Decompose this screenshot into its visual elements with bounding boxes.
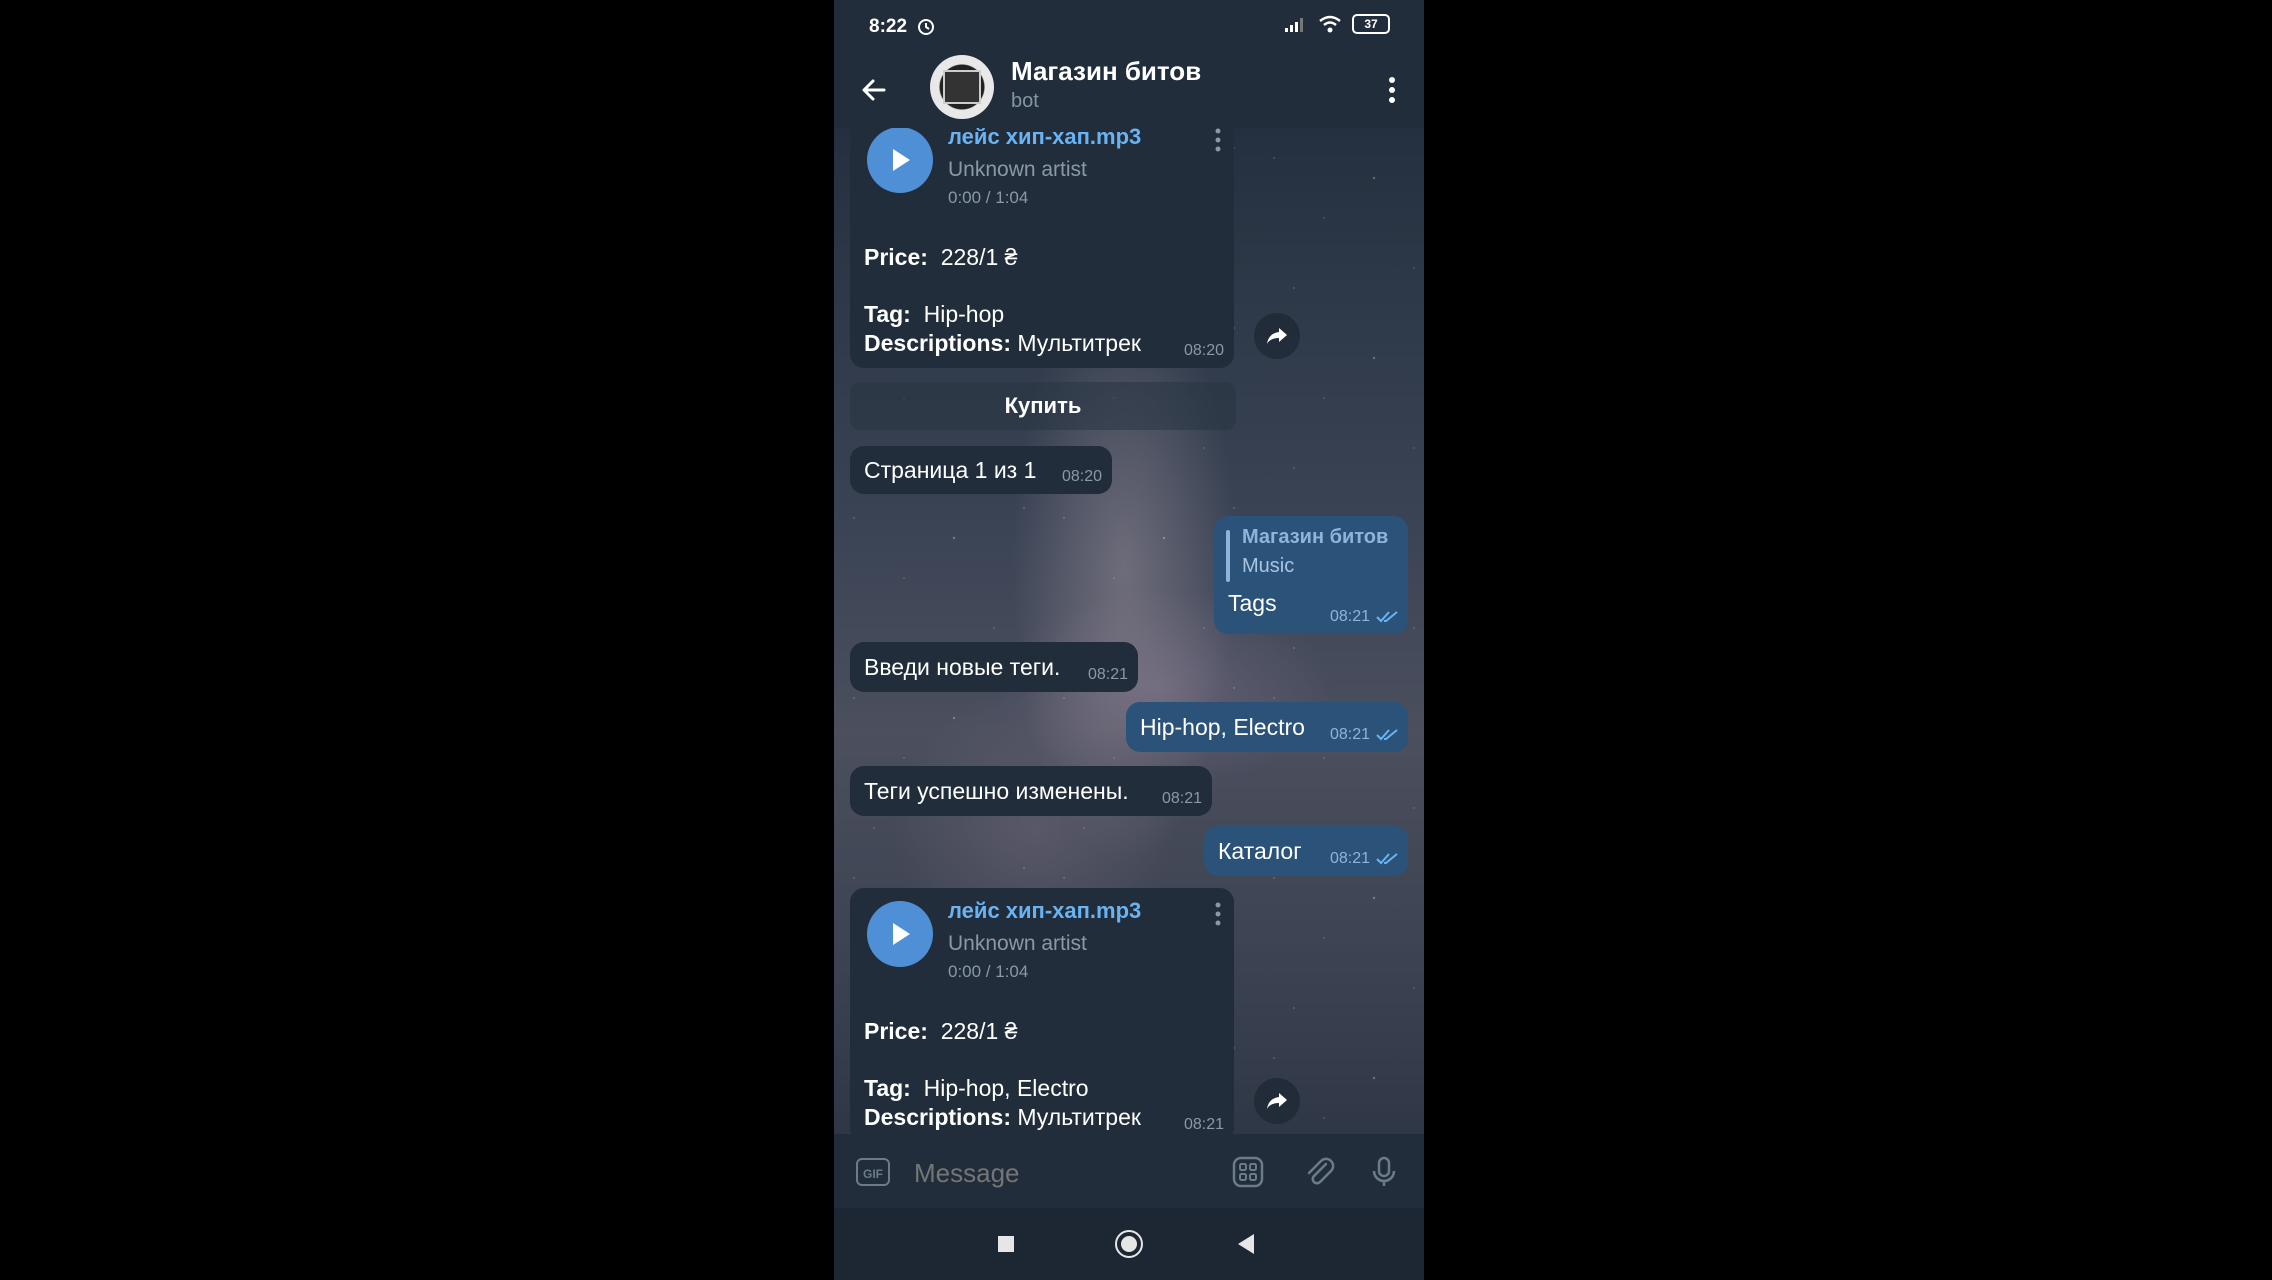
share-button[interactable] <box>1254 1078 1300 1124</box>
share-icon <box>1267 328 1287 344</box>
message-input-bar: GIF <box>834 1134 1424 1208</box>
message-time: 08:21 <box>1161 790 1202 807</box>
more-vert-icon[interactable] <box>1384 72 1400 108</box>
tag-value: Hip-hop <box>923 301 1005 327</box>
incoming-message: Теги успешно изменены. 08:21 <box>850 766 1212 816</box>
message-time: 08:21 <box>1330 850 1398 868</box>
page-info-message: Страница 1 из 1 08:20 <box>850 446 1112 494</box>
message-text: Tags <box>1228 590 1277 616</box>
share-icon <box>1267 1093 1287 1109</box>
phone-screen: 8:22 37 Магазин битов bot лейс хип-хап.m… <box>834 0 1424 1280</box>
desc-line: Descriptions: Мультитрек <box>864 330 1141 357</box>
buy-button[interactable]: Купить <box>850 382 1236 430</box>
nav-back-icon[interactable] <box>1238 1234 1254 1254</box>
desc-label: Descriptions: <box>864 1104 1011 1130</box>
tag-label: Tag: <box>864 1075 911 1101</box>
attach-icon[interactable] <box>1302 1154 1338 1190</box>
tags-reply-message: Магазин битов Music Tags 08:21 <box>1214 516 1408 634</box>
price-line: Price: 228/1 ₴ <box>864 1018 1017 1045</box>
audio-menu-icon[interactable] <box>1214 900 1222 930</box>
read-checks-icon <box>1376 853 1398 865</box>
desc-line: Descriptions: Мультитрек <box>864 1104 1141 1131</box>
gif-icon[interactable]: GIF <box>856 1158 890 1186</box>
status-time: 8:22 <box>869 16 908 37</box>
message-time: 08:21 <box>1330 726 1398 744</box>
chat-subtitle: bot <box>1011 90 1039 112</box>
message-text: Hip-hop, Electro <box>1140 714 1305 740</box>
chat-header: Магазин битов bot <box>834 52 1424 128</box>
chat-title[interactable]: Магазин битов <box>1011 56 1201 87</box>
back-arrow-icon[interactable] <box>856 72 892 108</box>
read-checks-icon <box>1376 729 1398 741</box>
audio-duration: 0:00 / 1:04 <box>948 962 1029 981</box>
audio-message[interactable]: лейс хип-хап.mp3 Unknown artist 0:00 / 1… <box>850 128 1234 368</box>
message-time: 08:20 <box>1061 468 1102 485</box>
price-value: 228/1 ₴ <box>940 1018 1018 1044</box>
reply-author[interactable]: Магазин битов <box>1242 526 1388 549</box>
page-info-text: Страница 1 из 1 <box>864 457 1037 483</box>
message-time: 08:21 <box>1330 608 1398 626</box>
alarm-icon <box>918 19 934 35</box>
audio-artist: Unknown artist <box>948 158 1087 181</box>
read-checks-icon <box>1376 611 1398 623</box>
incoming-message: Введи новые теги. 08:21 <box>850 642 1138 692</box>
signal-icon <box>1285 18 1303 32</box>
nav-home-icon[interactable] <box>1115 1230 1143 1258</box>
outgoing-message: Каталог 08:21 <box>1204 826 1408 876</box>
message-time: 08:21 <box>1183 1116 1224 1133</box>
audio-filename: лейс хип-хап.mp3 <box>948 898 1142 923</box>
audio-menu-icon[interactable] <box>1214 128 1222 156</box>
message-text: Теги успешно изменены. <box>864 778 1129 804</box>
message-time: 08:21 <box>1087 666 1128 683</box>
reply-text: Music <box>1242 555 1295 577</box>
desc-value: Мультитрек <box>1017 330 1141 356</box>
price-line: Price: 228/1 ₴ <box>864 244 1017 271</box>
battery-icon: 37 <box>1352 14 1390 34</box>
audio-duration: 0:00 / 1:04 <box>948 188 1029 207</box>
audio-filename: лейс хип-хап.mp3 <box>948 128 1142 149</box>
tag-line: Tag: Hip-hop <box>864 301 1004 328</box>
avatar[interactable] <box>930 55 994 119</box>
desc-value: Мультитрек <box>1017 1104 1141 1130</box>
tag-label: Tag: <box>864 301 911 327</box>
audio-message[interactable]: лейс хип-хап.mp3 Unknown artist 0:00 / 1… <box>850 888 1234 1134</box>
message-text: Каталог <box>1218 838 1302 864</box>
wifi-icon <box>1319 15 1341 33</box>
play-icon <box>893 923 910 945</box>
audio-artist: Unknown artist <box>948 932 1087 955</box>
tag-line: Tag: Hip-hop, Electro <box>864 1075 1089 1102</box>
play-button[interactable] <box>867 128 933 193</box>
tag-value: Hip-hop, Electro <box>923 1075 1089 1101</box>
price-label: Price: <box>864 244 928 270</box>
reply-bar <box>1226 530 1230 582</box>
sticker-icon[interactable] <box>1230 1154 1266 1190</box>
message-input[interactable] <box>912 1152 1236 1194</box>
mic-icon[interactable] <box>1366 1154 1402 1190</box>
nav-recents-icon[interactable] <box>998 1236 1014 1252</box>
status-icons: 37 <box>1284 14 1390 34</box>
price-value: 228/1 ₴ <box>940 244 1018 270</box>
play-button[interactable] <box>867 901 933 967</box>
system-nav-bar <box>834 1208 1424 1280</box>
message-text: Введи новые теги. <box>864 654 1061 680</box>
message-time: 08:20 <box>1183 342 1224 359</box>
avatar-image <box>943 70 981 104</box>
price-label: Price: <box>864 1018 928 1044</box>
desc-label: Descriptions: <box>864 330 1011 356</box>
outgoing-message: Hip-hop, Electro 08:21 <box>1126 702 1408 752</box>
status-bar: 8:22 37 <box>834 0 1424 52</box>
play-icon <box>893 149 910 171</box>
chat-area[interactable]: лейс хип-хап.mp3 Unknown artist 0:00 / 1… <box>834 128 1424 1134</box>
share-button[interactable] <box>1254 313 1300 359</box>
